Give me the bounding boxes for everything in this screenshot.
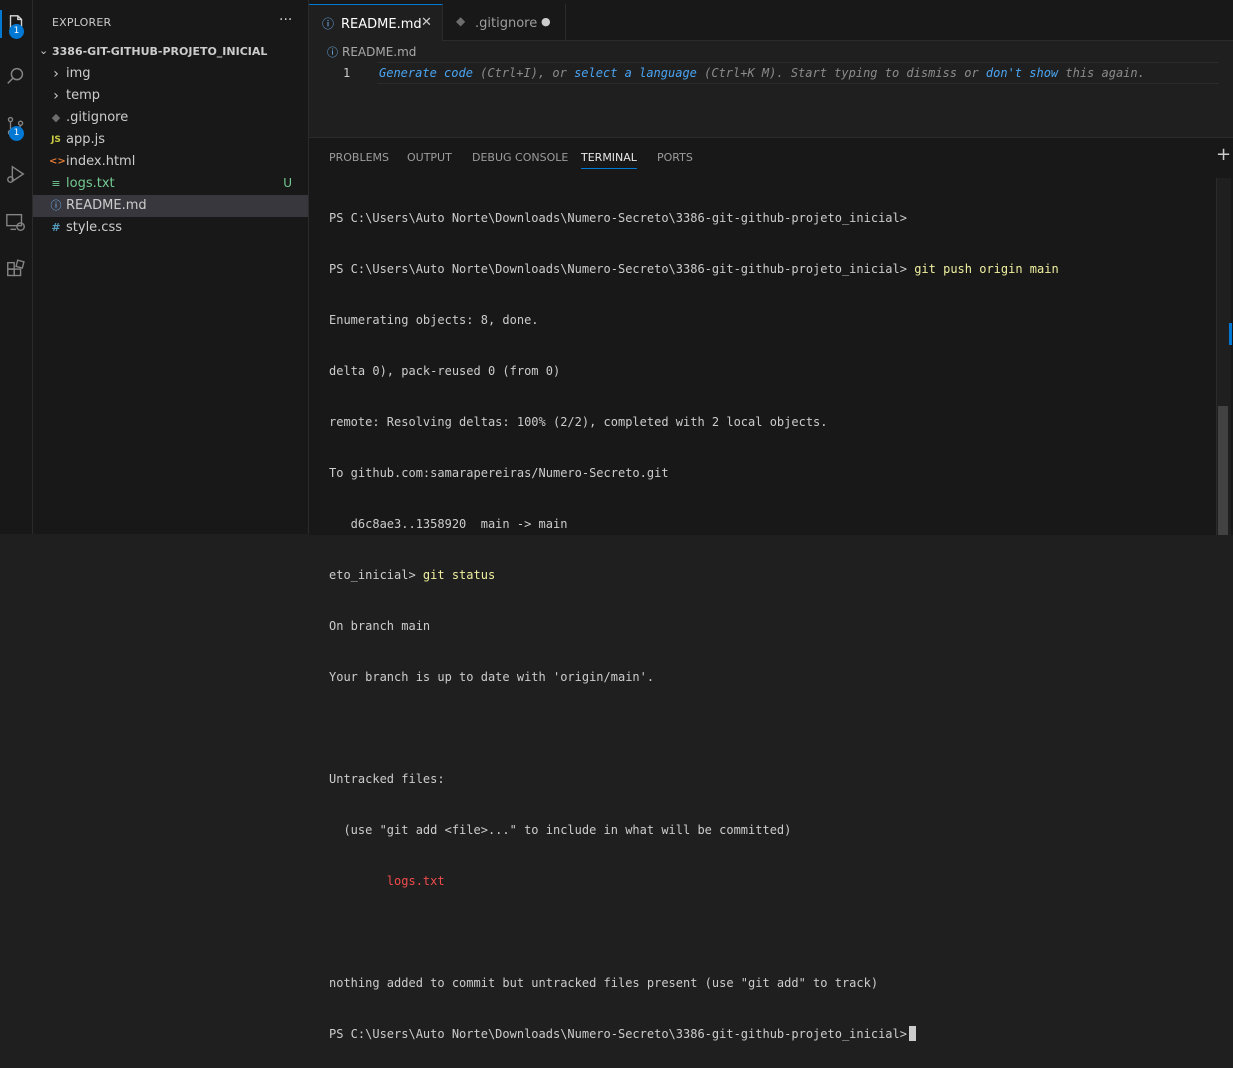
dont-show-link[interactable]: don't show bbox=[986, 66, 1058, 80]
terminal-prompt: PS C:\Users\Auto Norte\Downloads\Numero-… bbox=[329, 262, 915, 276]
tab-gitignore[interactable]: ◆ .gitignore ● bbox=[443, 4, 566, 40]
terminal-line: PS C:\Users\Auto Norte\Downloads\Numero-… bbox=[329, 1026, 1209, 1043]
tree-item-label: img bbox=[66, 66, 91, 81]
close-icon[interactable]: ✕ bbox=[421, 15, 432, 30]
tab-label: .gitignore bbox=[475, 16, 538, 31]
unsaved-dot-icon[interactable]: ● bbox=[541, 15, 551, 28]
terminal-line: nothing added to commit but untracked fi… bbox=[329, 976, 879, 990]
terminal-prompt: PS C:\Users\Auto Norte\Downloads\Numero-… bbox=[329, 1027, 907, 1041]
tree-file-app-js[interactable]: JS app.js bbox=[33, 129, 308, 151]
tree-folder-temp[interactable]: › temp bbox=[33, 85, 308, 107]
tree-file-readme-md[interactable]: ⓘ README.md bbox=[33, 195, 308, 217]
terminal-line: To github.com:samarapereiras/Numero-Secr… bbox=[329, 466, 669, 480]
tab-label: README.md bbox=[341, 17, 422, 32]
bottom-panel: PROBLEMS OUTPUT DEBUG CONSOLE TERMINAL P… bbox=[309, 137, 1233, 1041]
new-terminal-icon[interactable]: + bbox=[1216, 144, 1231, 165]
terminal-line: d6c8ae3..1358920 main -> main bbox=[329, 517, 568, 531]
breadcrumb-file: README.md bbox=[342, 45, 417, 59]
javascript-icon: JS bbox=[51, 135, 61, 145]
tree-file-logs-txt[interactable]: ≡ logs.txt U bbox=[33, 173, 308, 195]
explorer-title: EXPLORER bbox=[52, 16, 112, 29]
tree-item-label: index.html bbox=[66, 154, 136, 169]
tree-item-label: logs.txt bbox=[66, 176, 115, 191]
terminal-command: git status bbox=[422, 568, 496, 582]
tree-item-label: .gitignore bbox=[66, 110, 129, 125]
terminal-untracked-file: logs.txt bbox=[329, 874, 445, 888]
tab-problems[interactable]: PROBLEMS bbox=[329, 151, 389, 164]
terminal-scrollbar-thumb[interactable] bbox=[1218, 406, 1228, 535]
terminal-line: Untracked files: bbox=[329, 772, 445, 786]
terminal-line: PS C:\Users\Auto Norte\Downloads\Numero-… bbox=[329, 261, 1209, 278]
activity-bar: 1 1 bbox=[0, 0, 33, 534]
tab-terminal[interactable]: TERMINAL bbox=[581, 151, 637, 169]
terminal-line: delta 0), pack-reused 0 (from 0) bbox=[329, 364, 561, 378]
tree-folder-img[interactable]: › img bbox=[33, 63, 308, 85]
breadcrumb[interactable]: ⓘ README.md bbox=[327, 44, 416, 62]
text-file-icon: ≡ bbox=[51, 177, 61, 190]
tree-item-label: temp bbox=[66, 88, 101, 103]
source-control-icon[interactable]: 1 bbox=[0, 110, 32, 142]
chevron-down-icon: ⌄ bbox=[39, 44, 49, 57]
remote-explorer-icon[interactable] bbox=[0, 206, 32, 238]
terminal-line: (use "git add <file>..." to include in w… bbox=[329, 823, 792, 837]
hint-text: (Ctrl+I), or bbox=[472, 66, 575, 80]
tree-file-style-css[interactable]: # style.css bbox=[33, 217, 308, 239]
info-icon: ⓘ bbox=[327, 46, 338, 59]
tree-item-label: style.css bbox=[66, 220, 122, 235]
info-icon: ⓘ bbox=[50, 199, 62, 212]
gitignore-icon: ◆ bbox=[51, 111, 61, 124]
terminal-line: Enumerating objects: 8, done. bbox=[329, 313, 539, 327]
tab-output[interactable]: OUTPUT bbox=[407, 151, 452, 164]
editor-tabbar: ⓘ README.md ✕ ◆ .gitignore ● bbox=[309, 0, 1233, 41]
explorer-header: EXPLORER ··· bbox=[33, 0, 308, 35]
workspace-folder-label: 3386-GIT-GITHUB-PROJETO_INICIAL bbox=[52, 45, 268, 58]
empty-editor-hint: Generate code (Ctrl+I), or select a lang… bbox=[379, 66, 1145, 80]
terminal-command: git push origin main bbox=[914, 262, 1059, 276]
run-debug-icon[interactable] bbox=[0, 158, 32, 190]
source-control-badge: 1 bbox=[9, 126, 24, 141]
tab-ports[interactable]: PORTS bbox=[657, 151, 693, 164]
tab-readme[interactable]: ⓘ README.md ✕ bbox=[309, 4, 443, 41]
search-icon[interactable] bbox=[0, 60, 32, 92]
tree-item-label: README.md bbox=[66, 198, 147, 213]
explorer-badge: 1 bbox=[9, 24, 24, 39]
terminal-line: Your branch is up to date with 'origin/m… bbox=[329, 670, 655, 684]
terminal-output[interactable]: PS C:\Users\Auto Norte\Downloads\Numero-… bbox=[329, 176, 1209, 1041]
gitignore-icon: ◆ bbox=[456, 14, 466, 28]
terminal-prompt: eto_inicial> bbox=[329, 568, 423, 582]
hint-text: (Ctrl+K M). Start typing to dismiss or bbox=[696, 66, 986, 80]
tab-debug-console[interactable]: DEBUG CONSOLE bbox=[472, 151, 568, 164]
code-line[interactable]: 1 Generate code (Ctrl+I), or select a la… bbox=[309, 62, 1233, 84]
explorer-icon[interactable]: 1 bbox=[0, 8, 32, 40]
tree-file-gitignore[interactable]: ◆ .gitignore bbox=[33, 107, 308, 129]
extensions-icon[interactable] bbox=[0, 254, 32, 286]
terminal-line: remote: Resolving deltas: 100% (2/2), co… bbox=[329, 415, 828, 429]
generate-code-link[interactable]: Generate code bbox=[379, 66, 473, 80]
tree-file-index-html[interactable]: <> index.html bbox=[33, 151, 308, 173]
info-icon: ⓘ bbox=[322, 17, 335, 31]
terminal-cursor bbox=[908, 1026, 916, 1041]
terminal-line: eto_inicial> git status bbox=[329, 567, 1209, 584]
chevron-right-icon: › bbox=[53, 66, 59, 82]
hint-text: this again. bbox=[1058, 66, 1145, 80]
workspace-folder[interactable]: ⌄ 3386-GIT-GITHUB-PROJETO_INICIAL bbox=[33, 42, 308, 62]
untracked-badge: U bbox=[283, 176, 292, 190]
terminal-line: On branch main bbox=[329, 619, 431, 633]
more-actions-icon[interactable]: ··· bbox=[279, 12, 292, 28]
line-number: 1 bbox=[343, 66, 351, 80]
scrollbar-marker bbox=[1229, 323, 1232, 345]
css-icon: # bbox=[51, 221, 61, 234]
editor-area: ⓘ README.md ✕ ◆ .gitignore ● ⓘ README.md … bbox=[309, 0, 1233, 137]
select-language-link[interactable]: select a language bbox=[574, 66, 697, 80]
terminal-line: PS C:\Users\Auto Norte\Downloads\Numero-… bbox=[329, 211, 907, 225]
html-icon: <> bbox=[49, 156, 66, 167]
chevron-right-icon: › bbox=[53, 88, 59, 104]
explorer-sidebar: EXPLORER ··· ⌄ 3386-GIT-GITHUB-PROJETO_I… bbox=[33, 0, 309, 534]
tree-item-label: app.js bbox=[66, 132, 105, 147]
